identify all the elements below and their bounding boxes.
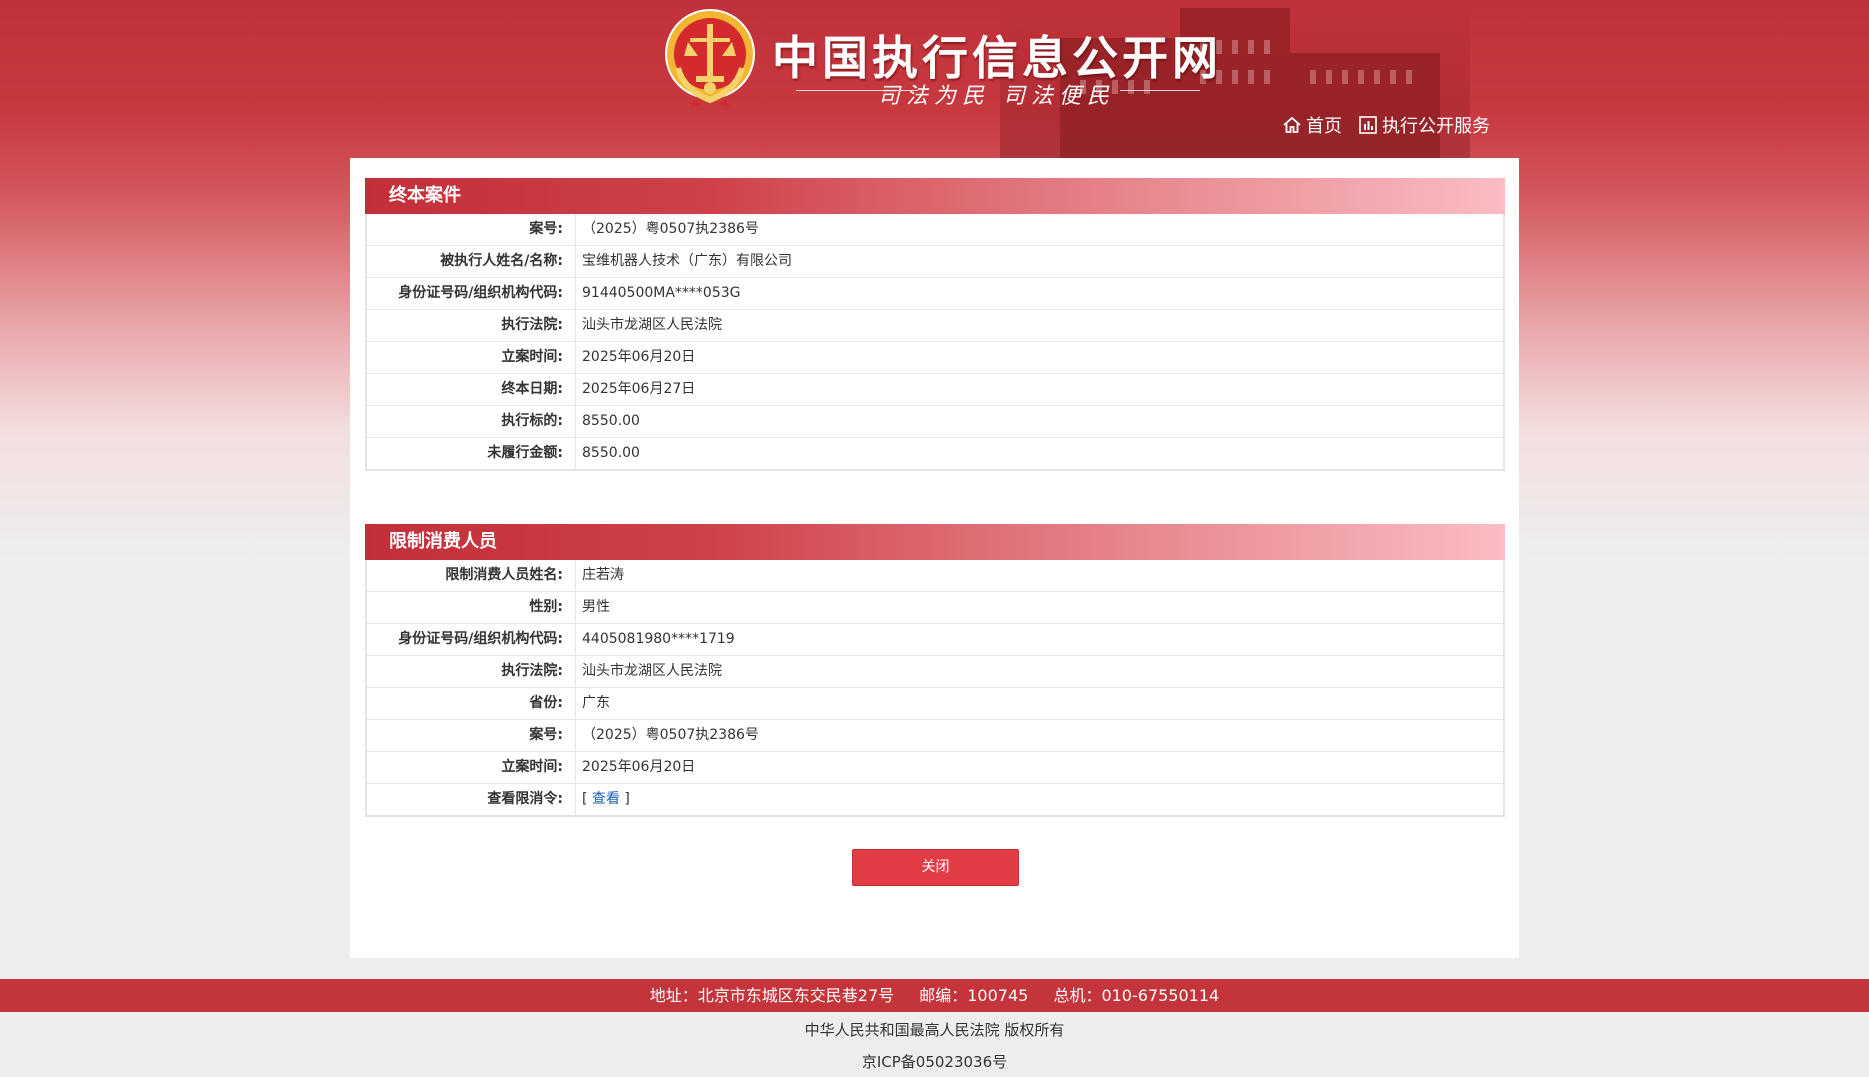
row-value: 汕头市龙湖区人民法院: [582, 663, 722, 679]
nav-home-label: 首页: [1306, 116, 1342, 137]
row-value: 庄若涛: [582, 567, 624, 583]
row-value: 2025年06月27日: [582, 381, 696, 397]
nav-service-label: 执行公开服务: [1382, 116, 1490, 137]
footer-postcode: 邮编：100745: [919, 986, 1029, 1005]
row-value: 2025年06月20日: [582, 759, 696, 775]
row-label: 案号:: [367, 214, 576, 245]
row-value: 宝维机器人技术（广东）有限公司: [582, 253, 792, 269]
row-value: 2025年06月20日: [582, 349, 696, 365]
table-row: 省份: 广东: [367, 688, 1503, 720]
nav-service-link[interactable]: 执行公开服务: [1358, 112, 1490, 138]
row-label: 案号:: [367, 720, 576, 751]
restricted-consumer-title: 限制消费人员: [365, 524, 1505, 560]
row-value: 男性: [582, 599, 610, 615]
row-label: 省份:: [367, 688, 576, 719]
table-row: 未履行金额: 8550.00: [367, 438, 1503, 469]
row-label: 执行法院:: [367, 310, 576, 341]
row-label: 限制消费人员姓名:: [367, 560, 576, 591]
slogan-divider: [1120, 90, 1200, 91]
table-row: 被执行人姓名/名称: 宝维机器人技术（广东）有限公司: [367, 246, 1503, 278]
footer-copyright: 中华人民共和国最高人民法院 版权所有: [804, 1021, 1065, 1039]
table-row: 案号: （2025）粤0507执2386号: [367, 720, 1503, 752]
row-value: 4405081980****1719: [582, 631, 735, 647]
row-label: 被执行人姓名/名称:: [367, 246, 576, 277]
row-value: （2025）粤0507执2386号: [582, 221, 759, 237]
row-label: 查看限消令:: [367, 784, 576, 815]
table-row: 立案时间: 2025年06月20日: [367, 342, 1503, 374]
table-row: 限制消费人员姓名: 庄若涛: [367, 560, 1503, 592]
bracket-open: [: [582, 791, 588, 807]
table-row: 查看限消令: [ 查看 ]: [367, 784, 1503, 815]
row-value: 8550.00: [582, 445, 640, 461]
row-value: [ 查看 ]: [576, 784, 1503, 815]
row-value: （2025）粤0507执2386号: [582, 727, 759, 743]
restricted-consumer-table: 限制消费人员姓名: 庄若涛 性别: 男性 身份证号码/组织机构代码: 44050819…: [365, 560, 1505, 817]
close-button[interactable]: 关闭: [852, 849, 1019, 886]
chart-icon: [1359, 116, 1377, 134]
nav-home-link[interactable]: 首页: [1282, 112, 1342, 138]
row-value: 广东: [582, 695, 610, 711]
court-emblem-icon: [665, 9, 755, 108]
view-restriction-order-link[interactable]: 查看: [592, 791, 620, 807]
table-row: 终本日期: 2025年06月27日: [367, 374, 1503, 406]
row-label: 执行法院:: [367, 656, 576, 687]
row-value: 汕头市龙湖区人民法院: [582, 317, 722, 333]
row-label: 未履行金额:: [367, 438, 576, 469]
row-label: 身份证号码/组织机构代码:: [367, 624, 576, 655]
row-value: 8550.00: [582, 413, 640, 429]
table-row: 身份证号码/组织机构代码: 4405081980****1719: [367, 624, 1503, 656]
site-logo[interactable]: 中国执行信息公开网 司法为民 司法便民: [660, 8, 1220, 118]
table-row: 性别: 男性: [367, 592, 1503, 624]
footer-icp[interactable]: 京ICP备05023036号: [0, 1051, 1869, 1072]
table-row: 执行法院: 汕头市龙湖区人民法院: [367, 310, 1503, 342]
row-label: 身份证号码/组织机构代码:: [367, 278, 576, 309]
table-row: 案号: （2025）粤0507执2386号: [367, 214, 1503, 246]
row-value: 91440500MA****053G: [582, 285, 741, 301]
table-row: 执行法院: 汕头市龙湖区人民法院: [367, 656, 1503, 688]
final-case-title: 终本案件: [365, 178, 1505, 214]
row-label: 立案时间:: [367, 342, 576, 373]
footer-address: 地址：北京市东城区东交民巷27号: [649, 986, 895, 1005]
restricted-consumer-section: 限制消费人员 限制消费人员姓名: 庄若涛 性别: 男性 身份证号码/组织机构代码: 4…: [365, 524, 1505, 817]
site-slogan: 司法为民 司法便民: [878, 84, 1115, 109]
table-row: 立案时间: 2025年06月20日: [367, 752, 1503, 784]
row-label: 性别:: [367, 592, 576, 623]
row-label: 执行标的:: [367, 406, 576, 437]
final-case-section: 终本案件 案号: （2025）粤0507执2386号 被执行人姓名/名称: 宝维机器…: [365, 178, 1505, 471]
footer-phone: 总机：010-67550114: [1053, 986, 1220, 1005]
row-label: 立案时间:: [367, 752, 576, 783]
row-label: 终本日期:: [367, 374, 576, 405]
footer-contact-bar: 地址：北京市东城区东交民巷27号 邮编：100745 总机：010-675501…: [0, 979, 1869, 1012]
final-case-table: 案号: （2025）粤0507执2386号 被执行人姓名/名称: 宝维机器人技术（广…: [365, 214, 1505, 471]
home-icon: [1283, 116, 1301, 133]
top-navigation: 首页 执行公开服务: [1282, 110, 1506, 140]
table-row: 身份证号码/组织机构代码: 91440500MA****053G: [367, 278, 1503, 310]
main-content: 终本案件 案号: （2025）粤0507执2386号 被执行人姓名/名称: 宝维机器…: [350, 158, 1519, 958]
bracket-close: ]: [624, 791, 630, 807]
table-row: 执行标的: 8550.00: [367, 406, 1503, 438]
